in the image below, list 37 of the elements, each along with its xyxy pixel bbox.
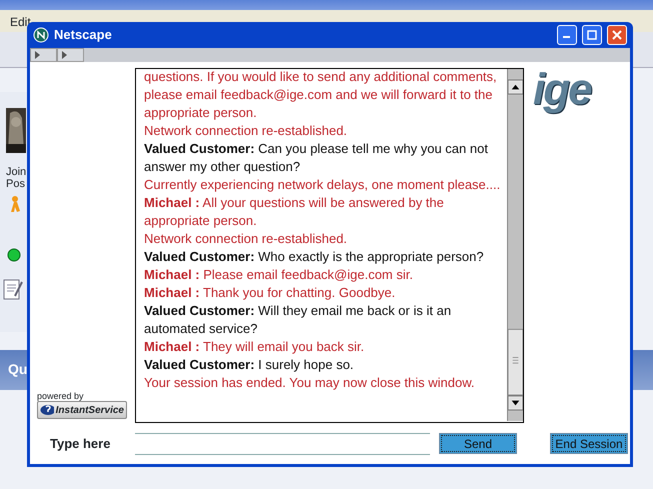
chat-message: Michael : Thank you for chatting. Goodbye.: [144, 284, 396, 302]
system-message: Currently experiencing network delays, one moment please....: [144, 176, 502, 194]
close-icon: [612, 30, 622, 40]
chat-message: Valued Customer: I surely hope so.: [144, 356, 355, 374]
chat-message: questions. If you would like to send any additional comments, please email feedback@ige.com and we will forward it to the appropriate person.: [144, 69, 498, 122]
close-button[interactable]: [607, 25, 627, 45]
netscape-icon: [33, 27, 49, 43]
chat-message: Michael : Please email feedback@ige.com sir.: [144, 266, 414, 284]
chat-message: Michael : All your questions will be answered by the appropriate person.: [144, 194, 445, 230]
profile-label: Pos: [6, 178, 26, 190]
scrollbar[interactable]: [507, 69, 523, 421]
chat-message: Valued Customer: Can you please tell me why you can not answer my other question?: [144, 140, 489, 176]
status-dot-icon: [7, 248, 21, 262]
window-title: Netscape: [54, 26, 113, 44]
panel-title: Qu: [8, 361, 28, 377]
profile-label: Join: [6, 166, 26, 178]
chat-message: Valued Customer: Who exactly is the appropriate person?: [144, 248, 485, 266]
system-message: Network connection re-established.: [144, 230, 348, 248]
triangle-icon: [62, 51, 67, 59]
end-session-button[interactable]: End Session: [550, 433, 628, 454]
ige-logo: ige: [533, 65, 591, 114]
instantservice-logo: InstantService: [37, 401, 127, 419]
expand-button[interactable]: [30, 48, 57, 62]
chat-message: Michael : They will email you back sir.: [144, 338, 366, 356]
powered-by-label: powered by: [37, 391, 85, 401]
send-button[interactable]: Send: [439, 433, 517, 454]
expand-button[interactable]: [57, 48, 84, 62]
chat-message: Valued Customer: Will they email me back or is it an automated service?: [144, 302, 452, 338]
system-message: Network connection re-established.: [144, 122, 348, 140]
maximize-icon: [587, 30, 597, 40]
maximize-button[interactable]: [582, 25, 602, 45]
minimize-button[interactable]: [557, 25, 577, 45]
triangle-icon: [35, 51, 40, 59]
notepad-icon: [3, 278, 23, 300]
type-here-label: Type here: [50, 434, 112, 453]
person-icon: [8, 196, 20, 212]
system-message: Your session has ended. You may now close this window.: [144, 374, 476, 392]
